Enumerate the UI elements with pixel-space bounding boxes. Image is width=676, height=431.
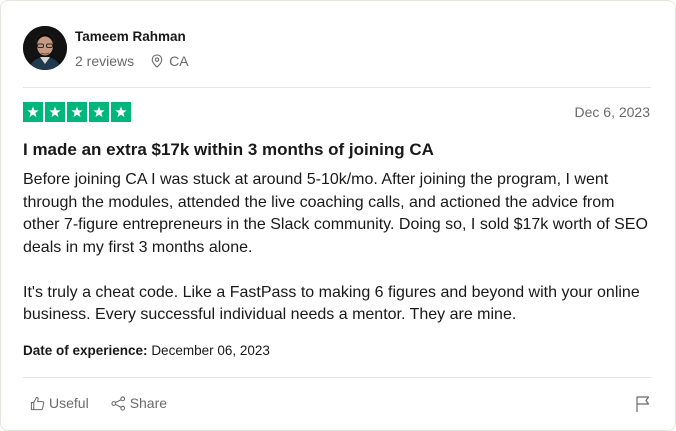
star-icon: [89, 102, 109, 122]
review-title[interactable]: I made an extra $17k within 3 months of …: [23, 139, 434, 161]
location-text: CA: [169, 53, 189, 69]
star-icon: [111, 102, 131, 122]
reviews-count: 2 reviews: [75, 53, 135, 69]
thumbs-up-icon: [30, 396, 45, 410]
divider: [23, 87, 651, 88]
avatar[interactable]: [23, 26, 67, 70]
useful-button[interactable]: Useful: [30, 395, 89, 411]
review-body: Before joining CA I was stuck at around …: [23, 169, 653, 327]
review-paragraph: Before joining CA I was stuck at around …: [23, 171, 648, 256]
divider: [23, 377, 651, 378]
review-actions: Useful Share: [30, 395, 167, 411]
share-button[interactable]: Share: [111, 395, 167, 411]
report-flag-button[interactable]: [635, 395, 651, 418]
star-icon: [67, 102, 87, 122]
star-rating: [23, 102, 131, 122]
reviewer-location: CA: [151, 52, 189, 70]
experience-label: Date of experience:: [23, 343, 148, 358]
review-paragraph: It's truly a cheat code. Like a FastPass…: [23, 283, 640, 324]
review-date: Dec 6, 2023: [574, 104, 651, 120]
experience-date: December 06, 2023: [151, 343, 270, 358]
share-label: Share: [129, 395, 168, 411]
star-icon: [45, 102, 65, 122]
share-icon: [111, 395, 125, 411]
reviewer-name[interactable]: Tameem Rahman: [75, 28, 189, 46]
date-of-experience: Date of experience: December 06, 2023: [23, 343, 270, 358]
star-icon: [23, 102, 43, 122]
useful-label: Useful: [49, 395, 89, 411]
flag-icon: [636, 396, 650, 412]
review-card: Tameem Rahman 2 reviews CA Dec 6, 2023 I…: [0, 0, 676, 431]
reviewer-header: Tameem Rahman 2 reviews CA: [23, 26, 189, 70]
location-pin-icon: [151, 54, 163, 68]
